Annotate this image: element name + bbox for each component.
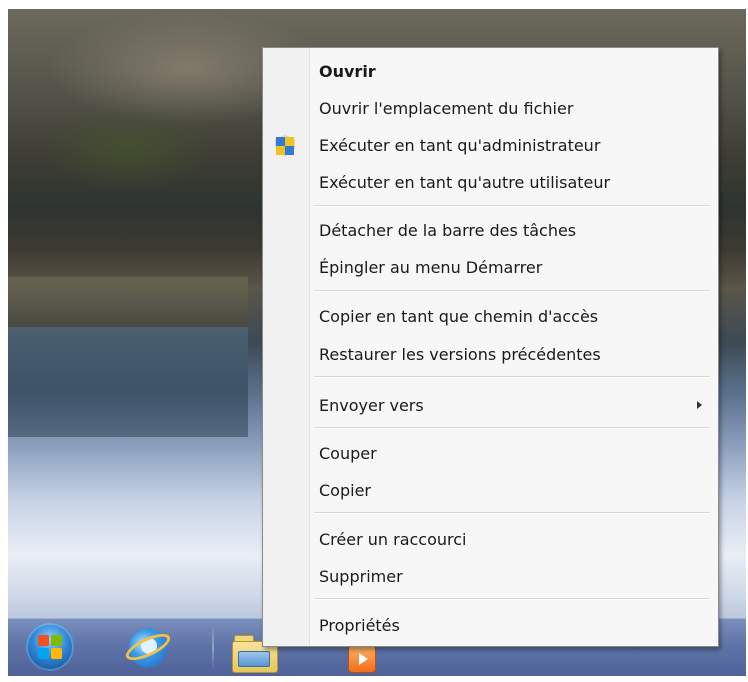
internet-explorer-icon[interactable] (122, 626, 174, 670)
menu-item-label: Couper (319, 444, 377, 463)
menu-item-label: Copier (319, 481, 371, 500)
menu-item-label: Copier en tant que chemin d'accès (319, 307, 599, 326)
start-button[interactable] (26, 623, 74, 671)
media-player-icon[interactable] (348, 645, 376, 673)
menu-separator (314, 427, 710, 429)
menu-item-pin-start-menu[interactable]: Épingler au menu Démarrer (263, 251, 718, 283)
menu-separator (314, 205, 710, 207)
menu-separator (314, 290, 710, 292)
submenu-arrow-icon (697, 401, 702, 409)
menu-item-label: Ouvrir (319, 62, 376, 81)
menu-item-label: Supprimer (319, 567, 403, 586)
menu-item-open-file-location[interactable]: Ouvrir l'emplacement du fichier (263, 92, 718, 124)
wallpaper-wall (8, 277, 248, 327)
menu-item-unpin-taskbar[interactable]: Détacher de la barre des tâches (263, 214, 718, 246)
wallpaper-reflection (8, 327, 248, 437)
menu-separator (314, 512, 710, 514)
menu-item-restore-previous-versions[interactable]: Restaurer les versions précédentes (263, 338, 718, 370)
menu-item-run-as-admin[interactable]: Exécuter en tant qu'administrateur (263, 129, 718, 161)
menu-item-label: Exécuter en tant qu'administrateur (319, 136, 601, 155)
taskbar-separator (212, 625, 214, 669)
screenshot-frame: Ouvrir Ouvrir l'emplacement du fichier E… (0, 0, 748, 682)
menu-separator (314, 376, 710, 378)
menu-item-label: Restaurer les versions précédentes (319, 345, 601, 364)
menu-item-ouvrir[interactable]: Ouvrir (263, 55, 718, 87)
menu-item-copy[interactable]: Copier (263, 474, 718, 506)
menu-item-label: Ouvrir l'emplacement du fichier (319, 99, 574, 118)
menu-item-create-shortcut[interactable]: Créer un raccourci (263, 523, 718, 555)
menu-item-delete[interactable]: Supprimer (263, 560, 718, 592)
menu-item-label: Envoyer vers (319, 396, 424, 415)
menu-item-label: Épingler au menu Démarrer (319, 258, 543, 277)
menu-item-properties[interactable]: Propriétés (263, 609, 718, 641)
menu-item-cut[interactable]: Couper (263, 437, 718, 469)
menu-item-label: Exécuter en tant qu'autre utilisateur (319, 173, 611, 192)
menu-item-label: Propriétés (319, 616, 400, 635)
menu-item-copy-as-path[interactable]: Copier en tant que chemin d'accès (263, 300, 718, 332)
menu-item-label: Créer un raccourci (319, 530, 467, 549)
uac-shield-icon (275, 135, 295, 157)
menu-separator (314, 598, 710, 600)
menu-item-send-to[interactable]: Envoyer vers (263, 389, 718, 421)
menu-item-label: Détacher de la barre des tâches (319, 221, 577, 240)
menu-item-run-as-other-user[interactable]: Exécuter en tant qu'autre utilisateur (263, 166, 718, 198)
context-menu: Ouvrir Ouvrir l'emplacement du fichier E… (262, 47, 719, 647)
windows-logo-icon (38, 635, 62, 659)
